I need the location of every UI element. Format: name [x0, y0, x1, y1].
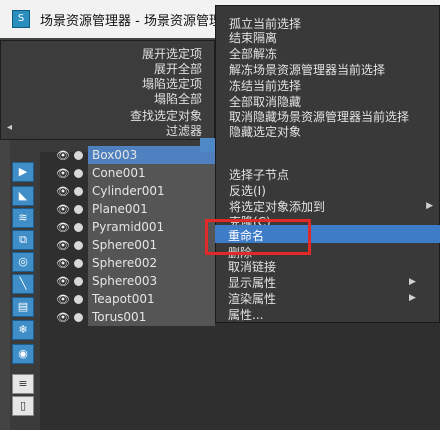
submenu-arrow-icon: ▶: [409, 293, 416, 303]
list-item[interactable]: 👁 Plane001: [40, 200, 215, 218]
freeze-dot-icon[interactable]: [74, 187, 83, 196]
freeze-dot-icon[interactable]: [74, 277, 83, 286]
list-item[interactable]: 👁 Box003: [40, 146, 215, 164]
annotation-box: [205, 219, 311, 255]
app-icon: S: [12, 10, 30, 28]
left-context-menu: 展开选定项 展开全部 塌陷选定项 塌陷全部 查找选定对象 过滤器 ◂: [0, 40, 215, 140]
eye-icon[interactable]: 👁: [56, 293, 70, 306]
list-item[interactable]: 👁 Cone001: [40, 164, 215, 182]
helper-filter-icon[interactable]: ⧉: [12, 230, 34, 250]
scroll-left-icon[interactable]: ◂: [7, 122, 12, 133]
menu-item-unfreeze-selection[interactable]: 解冻场景资源管理器当前选择: [229, 61, 385, 78]
menu-item-filter[interactable]: 过滤器: [166, 122, 202, 139]
list-item[interactable]: 👁 Torus001: [40, 308, 215, 326]
object-name: Plane001: [92, 202, 148, 216]
menu-item-invert-selection[interactable]: 反选(I): [229, 182, 266, 199]
menu-item-hide-selected[interactable]: 隐藏选定对象: [229, 123, 301, 140]
eye-icon[interactable]: 👁: [56, 149, 70, 162]
eye-icon[interactable]: 👁: [56, 185, 70, 198]
freeze-dot-icon[interactable]: [74, 151, 83, 160]
page-icon[interactable]: ▯: [12, 396, 34, 416]
eye-icon[interactable]: 👁: [56, 275, 70, 288]
list-item[interactable]: 👁 Cylinder001: [40, 182, 215, 200]
eye-icon[interactable]: 👁: [56, 257, 70, 270]
eye-icon[interactable]: 👁: [56, 221, 70, 234]
object-name: Cylinder001: [92, 184, 165, 198]
object-name: Teapot001: [92, 292, 155, 306]
eye-icon[interactable]: 👁: [56, 311, 70, 324]
eye-icon[interactable]: 👁: [56, 203, 70, 216]
xref-filter-icon[interactable]: ❄: [12, 320, 34, 340]
menu-item-display-props[interactable]: 显示属性: [228, 274, 276, 291]
object-name: Sphere002: [92, 256, 158, 270]
window-title: 场景资源管理器 - 场景资源管理器: [40, 14, 235, 29]
list-item[interactable]: 👁 Sphere002: [40, 254, 215, 272]
light-filter-icon[interactable]: ◣: [12, 186, 34, 206]
object-name: Sphere001: [92, 238, 158, 252]
object-name: Sphere003: [92, 274, 158, 288]
list-item[interactable]: 👁 Sphere001: [40, 236, 215, 254]
menu-item-freeze-selection[interactable]: 冻结当前选择: [229, 77, 301, 94]
submenu-arrow-icon: ▶: [409, 277, 416, 287]
freeze-dot-icon[interactable]: [74, 259, 83, 268]
submenu-arrow-icon: ▶: [426, 201, 433, 211]
camera-filter-icon[interactable]: ▶: [12, 162, 34, 182]
freeze-dot-icon[interactable]: [74, 241, 83, 250]
freeze-dot-icon[interactable]: [74, 313, 83, 322]
menu-item-select-children[interactable]: 选择子节点: [229, 166, 289, 183]
freeze-dot-icon[interactable]: [74, 205, 83, 214]
list-item[interactable]: 👁 Pyramid001: [40, 218, 215, 236]
selection-strip: [200, 138, 216, 152]
list-item[interactable]: 👁 Teapot001: [40, 290, 215, 308]
object-name: Cone001: [92, 166, 146, 180]
list-item[interactable]: 👁 Sphere003: [40, 272, 215, 290]
visibility-filter-icon[interactable]: ◉: [12, 344, 34, 364]
eye-icon[interactable]: 👁: [56, 239, 70, 252]
document-icon[interactable]: ≡: [12, 374, 34, 394]
object-name: Pyramid001: [92, 220, 165, 234]
object-name: Torus001: [92, 310, 147, 324]
freeze-dot-icon[interactable]: [74, 169, 83, 178]
menu-item-unlink[interactable]: 取消链接: [228, 258, 276, 275]
menu-item-unfreeze-all[interactable]: 全部解冻: [229, 45, 277, 62]
spacewarp-filter-icon[interactable]: ≋: [12, 208, 34, 228]
container-filter-icon[interactable]: ▤: [12, 297, 34, 317]
bone-filter-icon[interactable]: ╲: [12, 274, 34, 294]
freeze-dot-icon[interactable]: [74, 223, 83, 232]
eye-icon[interactable]: 👁: [56, 167, 70, 180]
menu-item-render-props[interactable]: 渲染属性: [228, 290, 276, 307]
freeze-dot-icon[interactable]: [74, 295, 83, 304]
menu-item-collapse-all[interactable]: 塌陷全部: [154, 90, 202, 107]
menu-item-properties[interactable]: 属性...: [228, 306, 263, 323]
group-filter-icon[interactable]: ◎: [12, 252, 34, 272]
object-name: Box003: [92, 148, 138, 162]
menu-item-end-isolate[interactable]: 结束隔离: [229, 29, 277, 46]
